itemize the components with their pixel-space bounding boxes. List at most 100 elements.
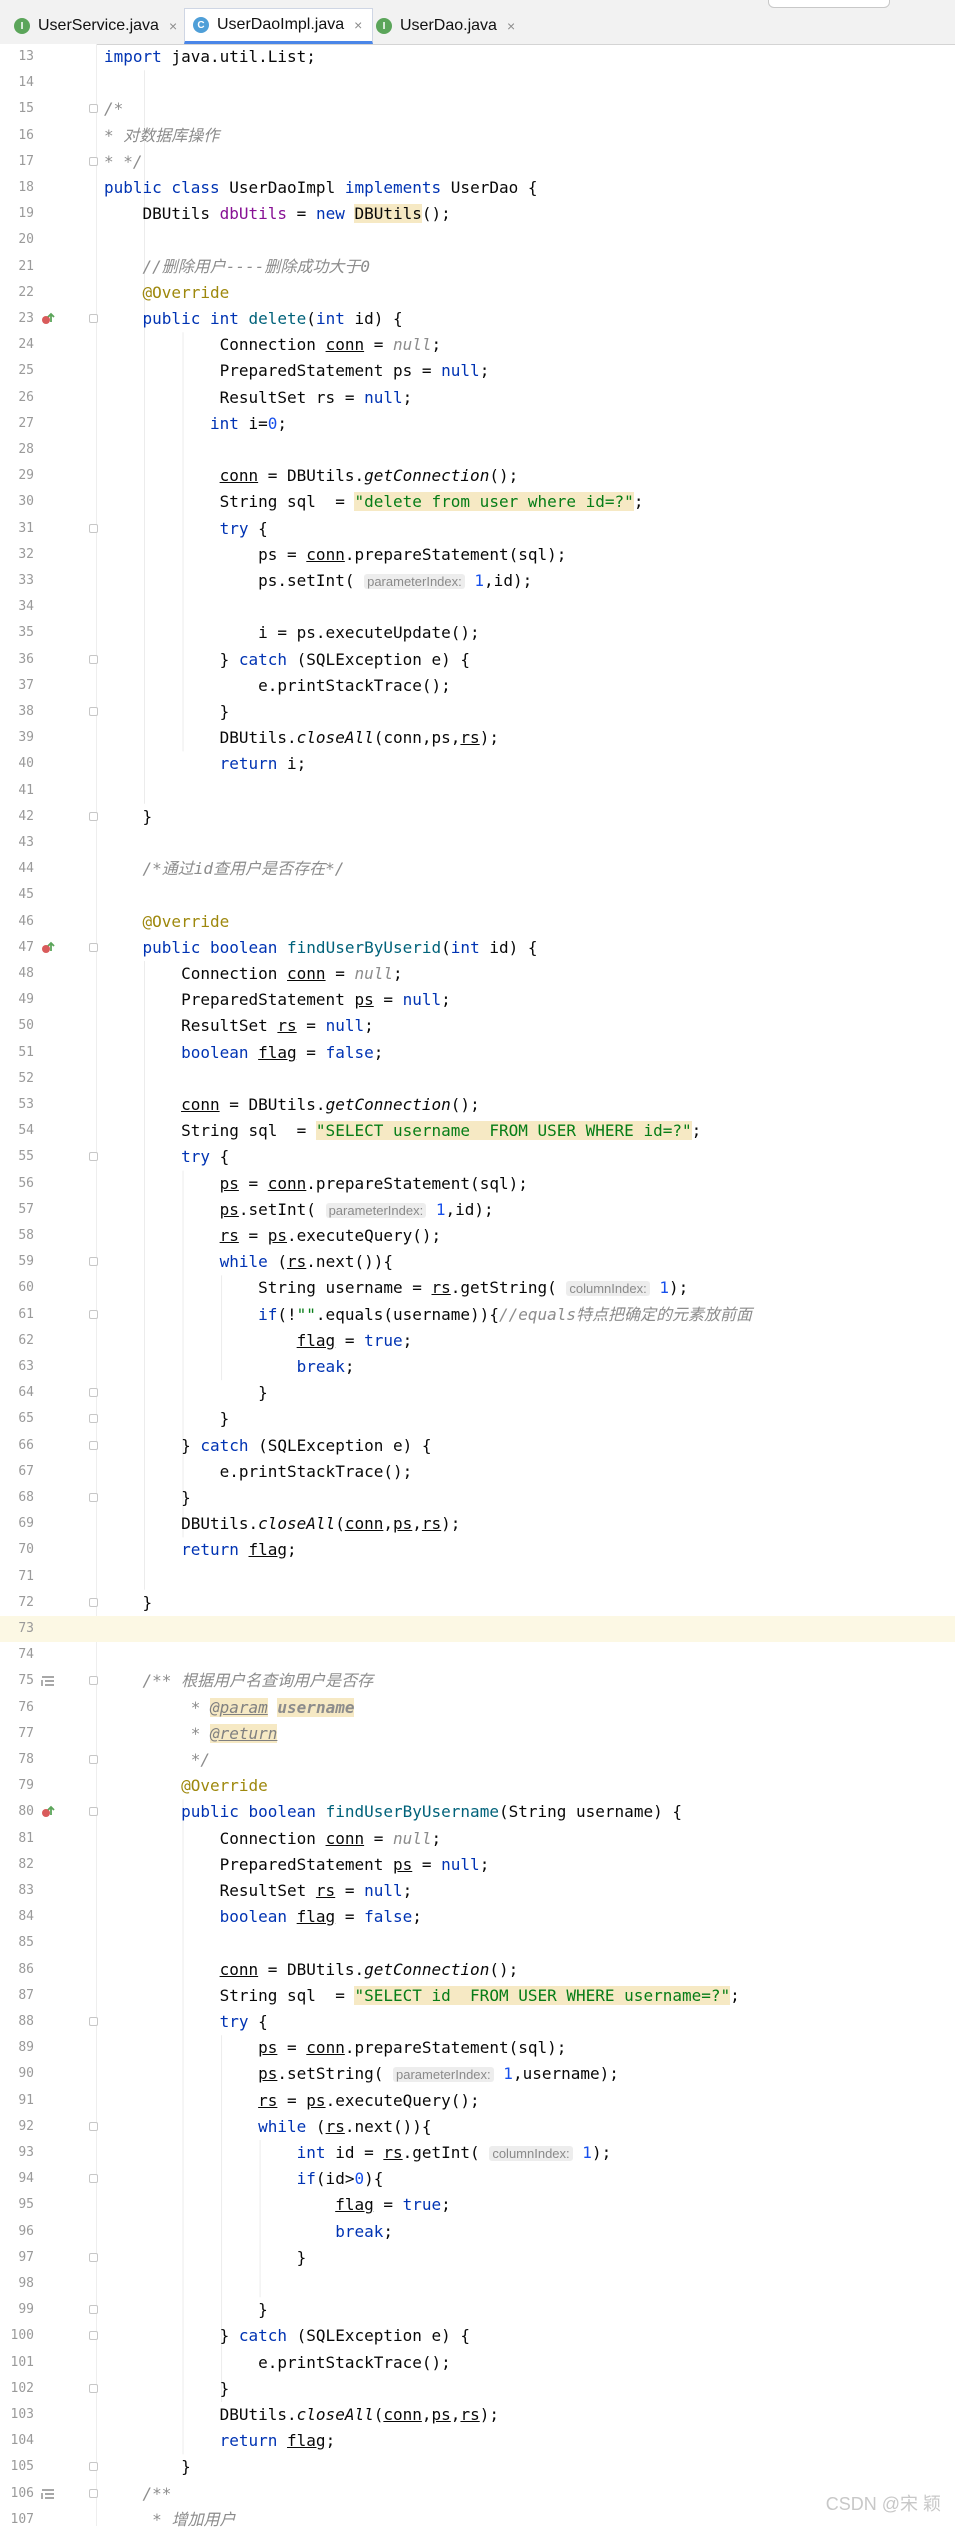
code-line[interactable]: 95 flag = true; [0,2192,955,2218]
code-line[interactable]: 84 boolean flag = false; [0,1904,955,1930]
code-line[interactable]: 39 DBUtils.closeAll(conn,ps,rs); [0,725,955,751]
code-line[interactable]: 70 return flag; [0,1537,955,1563]
fold-toggle-icon[interactable] [89,1807,98,1816]
fold-toggle-icon[interactable] [89,2462,98,2471]
fold-toggle-icon[interactable] [89,1441,98,1450]
code-line[interactable]: 24 Connection conn = null; [0,332,955,358]
fold-toggle-icon[interactable] [89,1414,98,1423]
fold-toggle-icon[interactable] [89,1755,98,1764]
code-line[interactable]: 86 conn = DBUtils.getConnection(); [0,1957,955,1983]
code-line[interactable]: 78 */ [0,1747,955,1773]
fold-toggle-icon[interactable] [89,2489,98,2498]
code-line[interactable]: 91 rs = ps.executeQuery(); [0,2088,955,2114]
tab-userservice-java[interactable]: IUserService.java× [6,8,187,44]
code-line[interactable]: 104 return flag; [0,2428,955,2454]
code-line[interactable]: 31 try { [0,516,955,542]
code-line[interactable]: 63 break; [0,1354,955,1380]
fold-toggle-icon[interactable] [89,2122,98,2131]
code-line[interactable]: 30 String sql = "delete from user where … [0,489,955,515]
code-line[interactable]: 100 } catch (SQLException e) { [0,2323,955,2349]
top-search-box[interactable] [768,0,890,8]
code-line[interactable]: 34 [0,594,955,620]
code-line[interactable]: 93 int id = rs.getInt( columnIndex: 1); [0,2140,955,2166]
code-line[interactable]: 38 } [0,699,955,725]
code-line[interactable]: 96 break; [0,2219,955,2245]
code-line[interactable]: 51 boolean flag = false; [0,1040,955,1066]
code-line[interactable]: 98 [0,2271,955,2297]
code-line[interactable]: 103 DBUtils.closeAll(conn,ps,rs); [0,2402,955,2428]
code-line[interactable]: 88 try { [0,2009,955,2035]
code-line[interactable]: 68 } [0,1485,955,1511]
fold-toggle-icon[interactable] [89,812,98,821]
code-line[interactable]: 54 String sql = "SELECT username FROM US… [0,1118,955,1144]
code-line[interactable]: 53 conn = DBUtils.getConnection(); [0,1092,955,1118]
code-line[interactable]: 102 } [0,2376,955,2402]
fold-toggle-icon[interactable] [89,1257,98,1266]
code-line[interactable]: 36 } catch (SQLException e) { [0,647,955,673]
fold-toggle-icon[interactable] [89,524,98,533]
fold-toggle-icon[interactable] [89,2253,98,2262]
doc-comment-icon[interactable] [40,1673,56,1689]
fold-toggle-icon[interactable] [89,1493,98,1502]
code-line[interactable]: 41 [0,778,955,804]
close-icon[interactable]: × [507,18,515,34]
code-line[interactable]: 47 public boolean findUserByUserid(int i… [0,935,955,961]
code-line[interactable]: 18public class UserDaoImpl implements Us… [0,175,955,201]
code-line[interactable]: 15/* [0,96,955,122]
fold-toggle-icon[interactable] [89,1598,98,1607]
code-line[interactable]: 64 } [0,1380,955,1406]
code-line[interactable]: 99 } [0,2297,955,2323]
code-line[interactable]: 74 [0,1642,955,1668]
code-line[interactable]: 35 i = ps.executeUpdate(); [0,620,955,646]
fold-toggle-icon[interactable] [89,943,98,952]
fold-toggle-icon[interactable] [89,1152,98,1161]
code-line[interactable]: 97 } [0,2245,955,2271]
code-line[interactable]: 92 while (rs.next()){ [0,2114,955,2140]
fold-toggle-icon[interactable] [89,1676,98,1685]
code-line[interactable]: 59 while (rs.next()){ [0,1249,955,1275]
fold-toggle-icon[interactable] [89,2305,98,2314]
code-line[interactable]: 17* */ [0,149,955,175]
code-line[interactable]: 62 flag = true; [0,1328,955,1354]
code-line[interactable]: 45 [0,882,955,908]
code-line[interactable]: 46 @Override [0,909,955,935]
code-line[interactable]: 82 PreparedStatement ps = null; [0,1852,955,1878]
fold-toggle-icon[interactable] [89,2331,98,2340]
fold-toggle-icon[interactable] [89,104,98,113]
fold-toggle-icon[interactable] [89,655,98,664]
code-line[interactable]: 19 DBUtils dbUtils = new DBUtils(); [0,201,955,227]
code-line[interactable]: 16* 对数据库操作 [0,123,955,149]
code-line[interactable]: 107 * 增加用户 [0,2507,955,2533]
code-line[interactable]: 13import java.util.List; [0,44,955,70]
code-line[interactable]: 71 [0,1564,955,1590]
code-line[interactable]: 105 } [0,2454,955,2480]
close-icon[interactable]: × [354,17,362,33]
code-line[interactable]: 56 ps = conn.prepareStatement(sql); [0,1171,955,1197]
fold-toggle-icon[interactable] [89,1310,98,1319]
code-line[interactable]: 42 } [0,804,955,830]
code-line[interactable]: 21 //删除用户----删除成功大于0 [0,254,955,280]
code-line[interactable]: 94 if(id>0){ [0,2166,955,2192]
close-icon[interactable]: × [169,18,177,34]
code-line[interactable]: 79 @Override [0,1773,955,1799]
code-line[interactable]: 66 } catch (SQLException e) { [0,1433,955,1459]
code-line[interactable]: 33 ps.setInt( parameterIndex: 1,id); [0,568,955,594]
code-line[interactable]: 50 ResultSet rs = null; [0,1013,955,1039]
fold-toggle-icon[interactable] [89,2017,98,2026]
code-line[interactable]: 81 Connection conn = null; [0,1826,955,1852]
code-line[interactable]: 73 [0,1616,955,1642]
doc-comment-icon[interactable] [40,2486,56,2502]
code-line[interactable]: 32 ps = conn.prepareStatement(sql); [0,542,955,568]
override-method-icon[interactable] [40,311,56,327]
fold-toggle-icon[interactable] [89,157,98,166]
fold-toggle-icon[interactable] [89,2384,98,2393]
fold-toggle-icon[interactable] [89,2174,98,2183]
code-line[interactable]: 43 [0,830,955,856]
code-line[interactable]: 48 Connection conn = null; [0,961,955,987]
code-line[interactable]: 44 /*通过id查用户是否存在*/ [0,856,955,882]
code-line[interactable]: 37 e.printStackTrace(); [0,673,955,699]
code-line[interactable]: 20 [0,227,955,253]
override-method-icon[interactable] [40,1804,56,1820]
tab-userdaoimpl-java[interactable]: CUserDaoImpl.java× [184,8,373,44]
code-line[interactable]: 83 ResultSet rs = null; [0,1878,955,1904]
